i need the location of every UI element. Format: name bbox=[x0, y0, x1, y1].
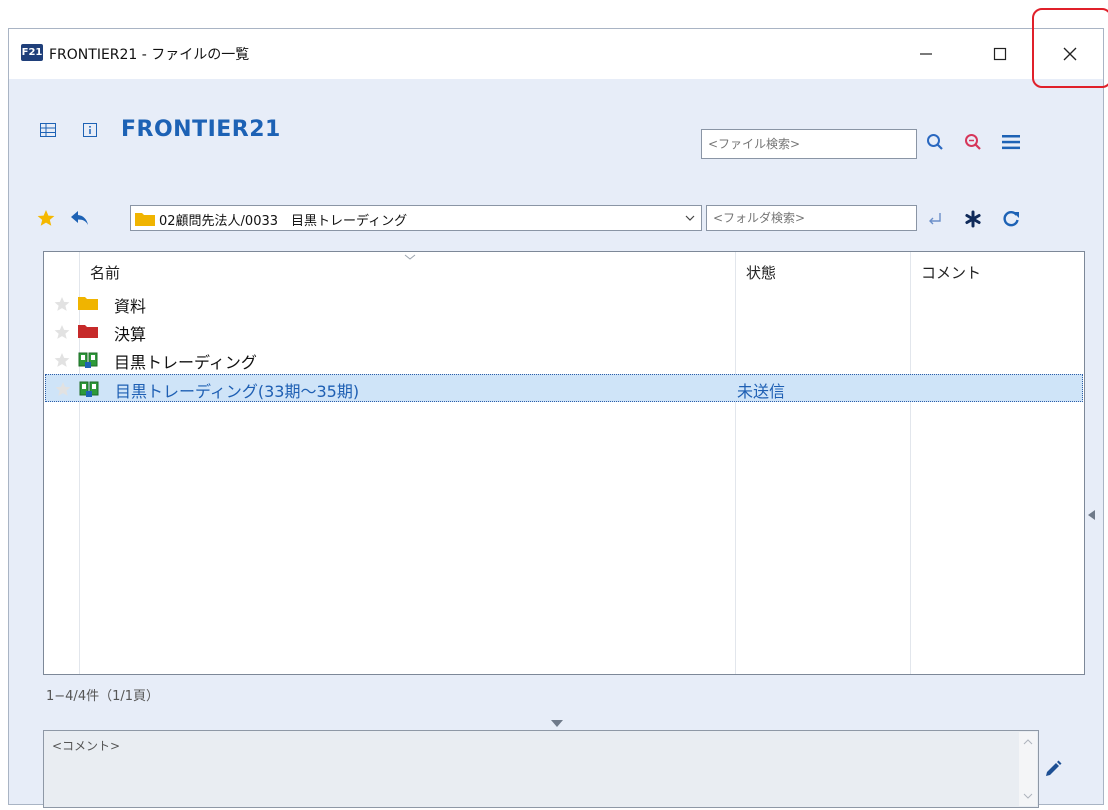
back-arrow-icon[interactable] bbox=[69, 208, 91, 228]
grid-view-icon[interactable] bbox=[39, 121, 57, 139]
star-icon bbox=[54, 353, 70, 367]
maximize-icon bbox=[993, 47, 1007, 61]
list-item-name: 目黒トレーディング(33期～35期) bbox=[115, 382, 360, 401]
folder-search-input[interactable] bbox=[706, 205, 917, 231]
comment-scrollbar[interactable] bbox=[1019, 732, 1037, 806]
star-icon bbox=[55, 382, 71, 396]
chevron-down-icon[interactable] bbox=[682, 209, 698, 227]
star-icon bbox=[54, 325, 70, 339]
comment-expand-icon[interactable] bbox=[551, 712, 565, 727]
list-item-name: 資料 bbox=[114, 297, 147, 316]
folder-path-combobox[interactable]: 02顧問先法人/0033 目黒トレーディング bbox=[130, 205, 702, 231]
list-item-name: 決算 bbox=[114, 325, 147, 344]
side-panel-toggle-icon[interactable] bbox=[1085, 505, 1099, 521]
title-bar: F21 FRONTIER21 - ファイルの一覧 bbox=[9, 29, 1103, 79]
refresh-icon[interactable] bbox=[999, 208, 1023, 230]
list-item-name: 目黒トレーディング bbox=[114, 353, 257, 372]
asterisk-icon[interactable] bbox=[961, 208, 985, 230]
list-item[interactable]: 資料 bbox=[45, 290, 1083, 318]
file-list[interactable]: 名前 状態 コメント 資料 決算 目黒トレーディング 目黒トレーディング(33期… bbox=[43, 251, 1085, 675]
book-icon bbox=[79, 381, 99, 397]
zoom-out-icon[interactable] bbox=[961, 130, 985, 154]
book-icon bbox=[78, 352, 98, 368]
enter-icon[interactable] bbox=[923, 208, 947, 230]
minimize-button[interactable] bbox=[902, 29, 950, 79]
list-item-selected[interactable]: 目黒トレーディング(33期～35期) 未送信 bbox=[45, 374, 1083, 402]
column-header-status[interactable]: 状態 bbox=[746, 262, 776, 283]
sort-indicator-icon bbox=[404, 254, 416, 260]
edit-pencil-icon[interactable] bbox=[1041, 757, 1065, 781]
info-icon[interactable] bbox=[81, 121, 99, 139]
close-button-highlight bbox=[1032, 8, 1108, 88]
folder-path-text: 02顧問先法人/0033 目黒トレーディング bbox=[159, 214, 408, 229]
favorite-star-icon[interactable] bbox=[36, 208, 56, 228]
column-header-comment[interactable]: コメント bbox=[921, 262, 981, 283]
item-count: 1−4/4件（1/1頁） bbox=[46, 689, 160, 704]
comment-placeholder: <コメント> bbox=[52, 739, 121, 753]
list-item[interactable]: 決算 bbox=[45, 318, 1083, 346]
column-header-name[interactable]: 名前 bbox=[90, 262, 120, 283]
file-search-input[interactable] bbox=[701, 129, 917, 159]
app-title: FRONTIER21 bbox=[121, 117, 281, 142]
minimize-icon bbox=[920, 53, 932, 55]
star-icon bbox=[54, 297, 70, 311]
app-logo-icon: F21 bbox=[21, 44, 43, 61]
comment-area[interactable]: <コメント> bbox=[43, 730, 1039, 808]
search-icon[interactable] bbox=[923, 130, 947, 154]
menu-icon[interactable] bbox=[999, 130, 1023, 154]
folder-red-icon bbox=[78, 325, 98, 338]
list-item[interactable]: 目黒トレーディング bbox=[45, 346, 1083, 374]
folder-yellow-icon bbox=[78, 297, 98, 310]
list-item-status: 未送信 bbox=[737, 382, 786, 401]
file-list-window: F21 FRONTIER21 - ファイルの一覧 FRONTIER21 02顧 bbox=[8, 28, 1104, 808]
folder-yellow-icon bbox=[135, 213, 155, 226]
maximize-button[interactable] bbox=[976, 29, 1024, 79]
window-title: FRONTIER21 - ファイルの一覧 bbox=[49, 47, 250, 63]
